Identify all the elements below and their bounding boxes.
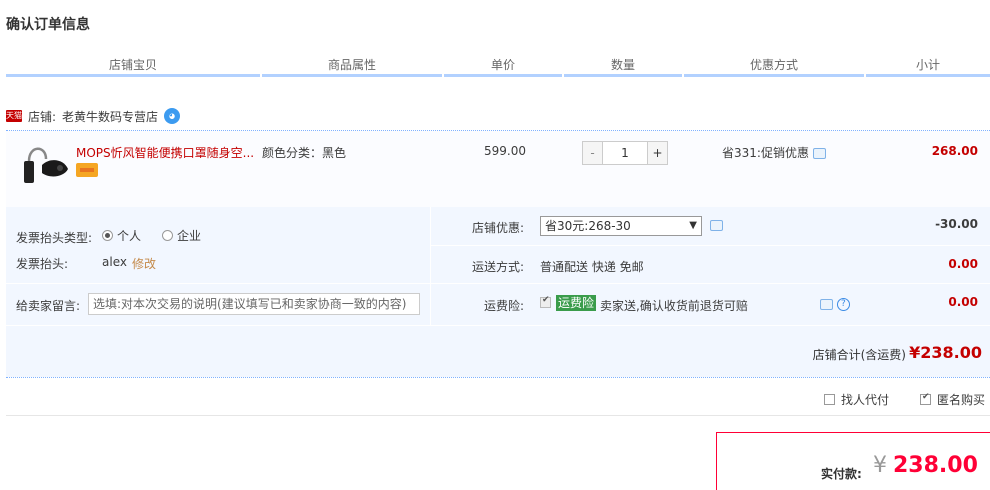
invoice-edit-link[interactable]: 修改 — [132, 255, 156, 272]
col-header-qty: 数量 — [610, 58, 635, 72]
store-discount-value: -30.00 — [935, 217, 978, 231]
tmall-icon: 天猫 — [6, 110, 22, 122]
divider — [6, 283, 430, 284]
order-details: 发票抬头类型: 个人 企业 发票抬头: alex 修改 给卖家留言: 选填:对本… — [6, 207, 990, 377]
comment-icon[interactable] — [710, 220, 723, 231]
quantity-stepper: - 1 + — [582, 141, 668, 165]
anonymous-buy-option[interactable]: 匿名购买 — [920, 391, 985, 408]
unit-price: 599.00 — [484, 144, 526, 158]
store-discount-select[interactable]: 省30元:268-30 ▼ — [540, 216, 702, 236]
col-header-item: 店铺宝贝 — [108, 58, 157, 72]
col-header-subtotal: 小计 — [915, 58, 940, 72]
divider — [430, 325, 990, 326]
store-discount-label: 店铺优惠: — [472, 221, 525, 235]
divider — [6, 415, 990, 416]
radio-company[interactable] — [162, 230, 173, 241]
credit-card-icon — [76, 163, 98, 177]
invoice-type-personal[interactable]: 个人 — [102, 227, 141, 244]
shipping-price: 0.00 — [948, 257, 978, 271]
invoice-head-label: 发票抬头: — [16, 257, 69, 271]
header-underline — [6, 74, 260, 77]
header-underline — [684, 74, 864, 77]
header-underline — [444, 74, 562, 77]
quantity-plus-button[interactable]: + — [647, 142, 667, 164]
radio-company-label: 企业 — [177, 229, 202, 243]
payment-label: 实付款: — [821, 467, 862, 481]
payment-value: 238.00 — [893, 453, 978, 478]
promotion-discount: 省331:促销优惠 — [722, 144, 826, 161]
promotion-text: 省331:促销优惠 — [722, 146, 809, 160]
col-header-discount: 优惠方式 — [749, 58, 798, 72]
col-header-price: 单价 — [490, 58, 515, 72]
order-item-row: MOPS忻风智能便携口罩随身空... 颜色分类：黑色 599.00 - 1 + … — [6, 131, 990, 207]
insurance-icons: ? — [820, 297, 850, 311]
store-discount-selected: 省30元:268-30 — [545, 219, 631, 233]
header-underline — [866, 74, 990, 77]
dropdown-arrow-icon: ▼ — [689, 220, 697, 231]
comment-icon[interactable] — [812, 148, 826, 159]
invoice-type-company[interactable]: 企业 — [162, 227, 201, 244]
divider — [430, 207, 431, 325]
item-subtotal: 268.00 — [931, 144, 978, 158]
insurance-label: 运费险: — [484, 299, 525, 313]
insurance-description: 卖家送,确认收货前退货可赔 — [600, 299, 748, 313]
payment-summary: 实付款: ¥ 238.00 — [716, 432, 990, 490]
insurance-price: 0.00 — [948, 295, 978, 309]
insurance-tag: 运费险 — [556, 295, 597, 311]
anonymous-buy-checkbox[interactable] — [920, 392, 931, 405]
header-underline — [262, 74, 442, 77]
seller-message-label: 给卖家留言: — [16, 299, 81, 313]
store-total-label: 店铺合计(含运费) — [812, 348, 906, 362]
radio-personal[interactable] — [102, 230, 113, 241]
proxy-pay-checkbox[interactable] — [824, 394, 835, 405]
product-attribute: 颜色分类：黑色 — [262, 146, 347, 160]
radio-personal-label: 个人 — [117, 229, 142, 243]
store-total-value: ¥238.00 — [909, 343, 982, 362]
quantity-input[interactable]: 1 — [603, 142, 647, 164]
shop-name-link[interactable]: 老黄牛数码专营店 — [62, 108, 158, 125]
seller-message-input[interactable]: 选填:对本次交易的说明(建议填写已和卖家协商一致的内容) — [88, 293, 420, 315]
col-header-attr: 商品属性 — [327, 58, 376, 72]
shipping-label: 运送方式: — [472, 260, 525, 274]
payment-currency: ¥ — [873, 453, 887, 478]
header-underline — [564, 74, 682, 77]
product-thumbnail[interactable] — [16, 143, 74, 185]
divider — [6, 377, 990, 378]
invoice-head-value: alex — [102, 255, 127, 269]
wangwang-chat-icon[interactable]: ◕ — [164, 108, 181, 124]
comment-icon[interactable] — [820, 299, 833, 310]
proxy-pay-label: 找人代付 — [841, 393, 890, 407]
divider — [6, 325, 430, 326]
page-title: 确认订单信息 — [6, 17, 90, 33]
divider — [430, 283, 990, 284]
anonymous-buy-label: 匿名购买 — [937, 393, 986, 407]
insurance-checkbox[interactable] — [540, 295, 551, 308]
invoice-type-label: 发票抬头类型: — [16, 231, 93, 245]
divider — [430, 245, 990, 246]
product-title-link[interactable]: MOPS忻风智能便携口罩随身空... — [76, 144, 254, 161]
shop-label: 店铺: — [28, 109, 57, 124]
quantity-minus-button[interactable]: - — [583, 142, 603, 164]
shipping-method: 普通配送 快递 免邮 — [540, 260, 644, 274]
help-icon[interactable]: ? — [836, 298, 850, 311]
shop-row: 天猫 店铺: 老黄牛数码专营店 ◕ — [6, 106, 181, 126]
proxy-pay-option[interactable]: 找人代付 — [824, 391, 889, 408]
